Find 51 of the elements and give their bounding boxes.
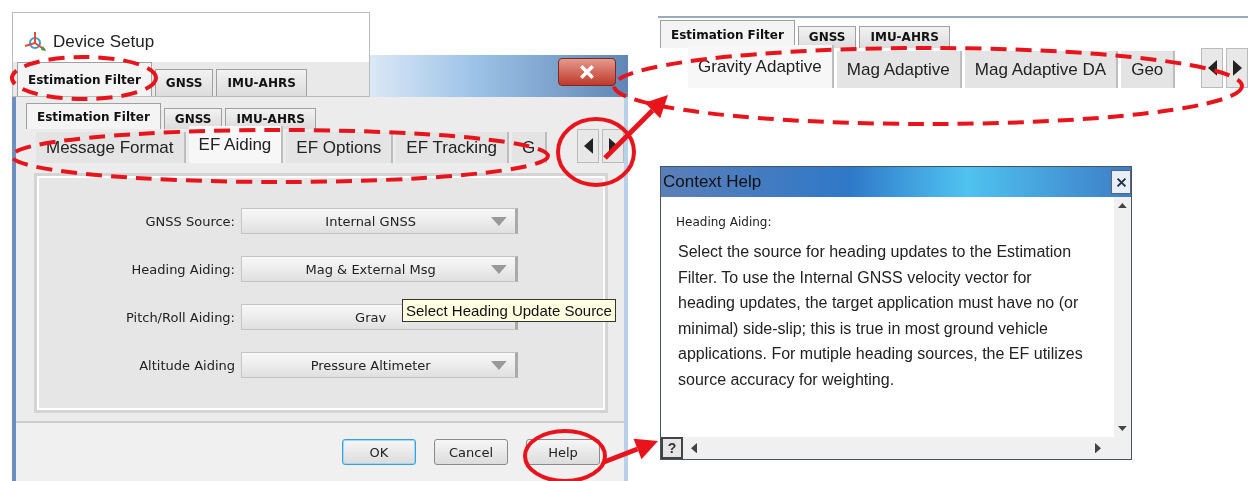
- tab[interactable]: Estimation Filter: [660, 20, 795, 48]
- dialog-button[interactable]: Help: [526, 439, 600, 465]
- tab[interactable]: IMU-AHRS: [859, 25, 950, 48]
- dialog-button[interactable]: OK: [342, 439, 416, 465]
- dropdown-caret-icon: [491, 216, 507, 226]
- axes-icon: [23, 29, 47, 54]
- close-button[interactable]: [558, 58, 616, 86]
- tab[interactable]: Estimation Filter: [26, 103, 161, 129]
- field-label: Pitch/Roll Aiding:: [124, 309, 235, 325]
- tab[interactable]: Mag Adaptive DA: [964, 51, 1119, 88]
- up-arrow-icon: [1118, 203, 1127, 208]
- field-label: GNSS Source:: [144, 213, 235, 229]
- annotation-arrow: [603, 438, 658, 465]
- scroll-left-button[interactable]: [1201, 48, 1223, 88]
- tab[interactable]: EF Aiding: [188, 126, 284, 163]
- tab[interactable]: Estimation Filter: [17, 62, 152, 96]
- left-arrow-icon: [691, 442, 697, 454]
- dropdown-caret-icon: [491, 264, 507, 274]
- right-triangle-icon: [1232, 60, 1242, 76]
- help-heading: Heading Aiding:: [676, 215, 773, 229]
- field-label: Altitude Aiding: [138, 357, 235, 373]
- dialog-button[interactable]: Cancel: [434, 439, 508, 465]
- tab[interactable]: Message Format: [36, 132, 186, 163]
- tab[interactable]: IMU-AHRS: [216, 68, 307, 96]
- dropdown[interactable]: Internal GNSS: [241, 208, 518, 234]
- window-title: Device Setup: [53, 31, 155, 52]
- scroll-left-button[interactable]: [577, 129, 599, 163]
- right-arrow-icon: [1095, 442, 1101, 454]
- left-triangle-icon: [1207, 60, 1217, 76]
- dropdown[interactable]: Mag & External Msg: [241, 256, 518, 282]
- window-title: Context Help: [663, 172, 763, 192]
- help-button[interactable]: ?: [661, 437, 683, 459]
- tab[interactable]: GNSS: [154, 68, 214, 96]
- down-arrow-icon: [1118, 426, 1127, 431]
- tab[interactable]: Gravity Adaptive: [688, 45, 834, 88]
- dropdown-caret-icon: [491, 360, 507, 370]
- annotation-arrow: [603, 95, 668, 160]
- help-text: Select the source for heading updates to the Estimation Filter. To use the Internal GNSS velocity vector for heading updates, the target application must have no (or minimal) side-slip; this is true in most ground vehicle applications. For mutiple heading sources, the EF utilizes source accuracy for weighting.: [677, 242, 1084, 390]
- tab[interactable]: EF Tracking: [396, 132, 510, 163]
- vertical-scrollbar[interactable]: [1114, 197, 1131, 437]
- scroll-right-button[interactable]: [1226, 48, 1248, 88]
- close-button[interactable]: [1111, 170, 1131, 194]
- field-label: Heading Aiding:: [130, 261, 235, 277]
- left-triangle-icon: [583, 138, 593, 154]
- tooltip: Select Heading Update Source: [402, 299, 616, 322]
- tab[interactable]: EF Options: [286, 132, 394, 163]
- close-icon: [1115, 176, 1127, 188]
- tab[interactable]: Geo: [1121, 51, 1176, 88]
- dropdown[interactable]: Pressure Altimeter: [241, 352, 518, 378]
- tab[interactable]: Mag Adaptive: [836, 51, 962, 88]
- close-icon: [579, 64, 595, 80]
